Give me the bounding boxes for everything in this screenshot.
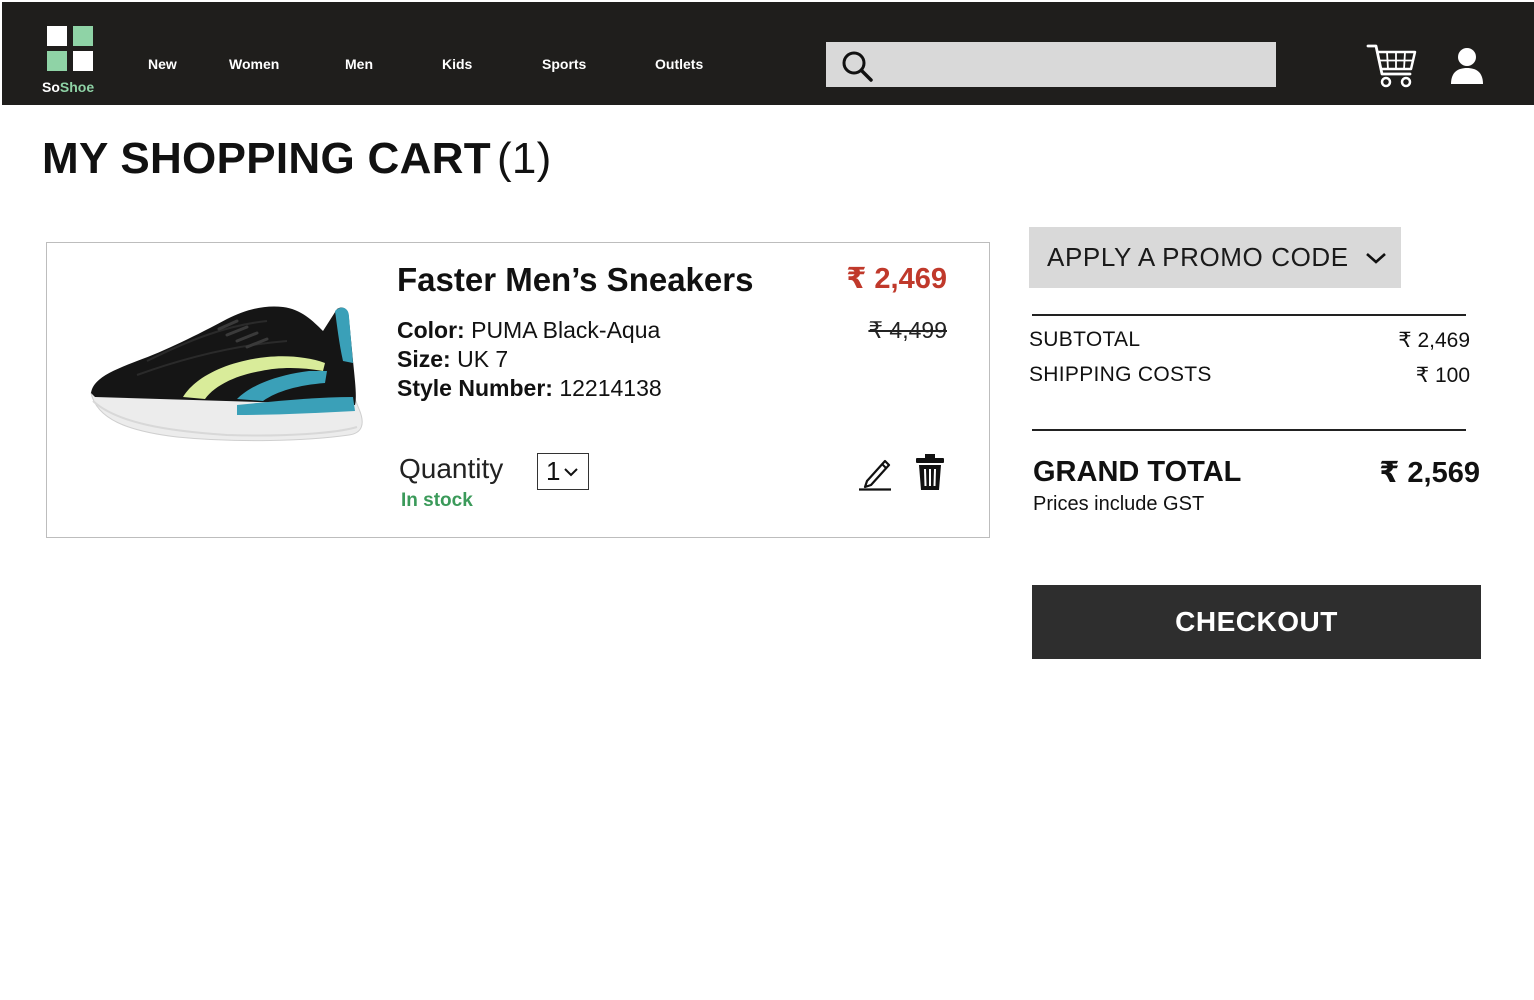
shipping-costs-value: ₹ 100 [1415,364,1470,387]
logo-square [73,26,93,46]
logo-square [47,26,67,46]
nav-item-women[interactable]: Women [229,56,279,72]
style-value: 12214138 [559,375,662,401]
nav-item-sports[interactable]: Sports [542,56,586,72]
checkout-button[interactable]: CHECKOUT [1032,585,1481,659]
promo-code-dropdown[interactable]: APPLY A PROMO CODE [1029,227,1401,288]
cart-item-card: Faster Men’s Sneakers ₹ 2,469 ₹ 4,499 Co… [46,242,990,538]
chevron-down-icon [564,467,579,476]
cart-icon[interactable] [1366,42,1418,90]
summary-divider [1032,429,1466,431]
quantity-label: Quantity [399,453,504,484]
page-title-text: MY SHOPPING CART [42,134,491,183]
nav-item-new[interactable]: New [148,56,177,72]
page-title: MY SHOPPING CART (1) [42,134,552,184]
logo-square [73,51,93,71]
product-color: Color: PUMA Black-Aqua [397,317,660,344]
grand-total-value: ₹ 2,569 [1379,457,1480,489]
quantity-select[interactable]: 1 [537,453,589,490]
grand-total-label: GRAND TOTAL [1033,456,1242,488]
quantity-value: 1 [546,456,561,486]
nav-item-kids[interactable]: Kids [442,56,472,72]
brand-name: SoShoe [42,79,94,95]
edit-icon[interactable] [857,453,893,491]
style-label: Style Number: [397,375,553,401]
summary-divider [1032,314,1466,316]
product-sale-price: ₹ 2,469 [846,263,947,295]
product-size: Size: UK 7 [397,346,508,373]
stock-status: In stock [401,490,473,511]
search-icon[interactable] [840,49,874,83]
size-value: UK 7 [457,346,509,372]
subtotal-value: ₹ 2,469 [1398,329,1470,352]
brand-logo[interactable]: SoShoe [42,24,102,98]
cart-item-count: (1) [496,134,552,183]
subtotal-label: SUBTOTAL [1029,328,1141,351]
search-input[interactable] [880,44,1270,85]
product-original-price: ₹ 4,499 [868,317,947,343]
chevron-down-icon [1365,252,1386,264]
trash-icon[interactable] [915,453,945,491]
logo-square [47,51,67,71]
product-name[interactable]: Faster Men’s Sneakers [397,261,753,299]
size-label: Size: [397,346,451,372]
color-value: PUMA Black-Aqua [471,317,661,343]
product-image[interactable] [87,301,367,461]
brand-name-part1: So [42,79,60,95]
product-style-number: Style Number: 12214138 [397,375,662,402]
user-icon[interactable] [1448,46,1486,86]
nav-item-men[interactable]: Men [345,56,373,72]
shipping-costs-label: SHIPPING COSTS [1029,363,1212,386]
brand-name-part2: Shoe [59,79,95,95]
gst-note: Prices include GST [1033,493,1205,515]
color-label: Color: [397,317,465,343]
top-navbar: SoShoe New Women Men Kids Sports Outlets [2,2,1534,105]
nav-item-outlets[interactable]: Outlets [655,56,703,72]
promo-code-label: APPLY A PROMO CODE [1047,242,1349,272]
